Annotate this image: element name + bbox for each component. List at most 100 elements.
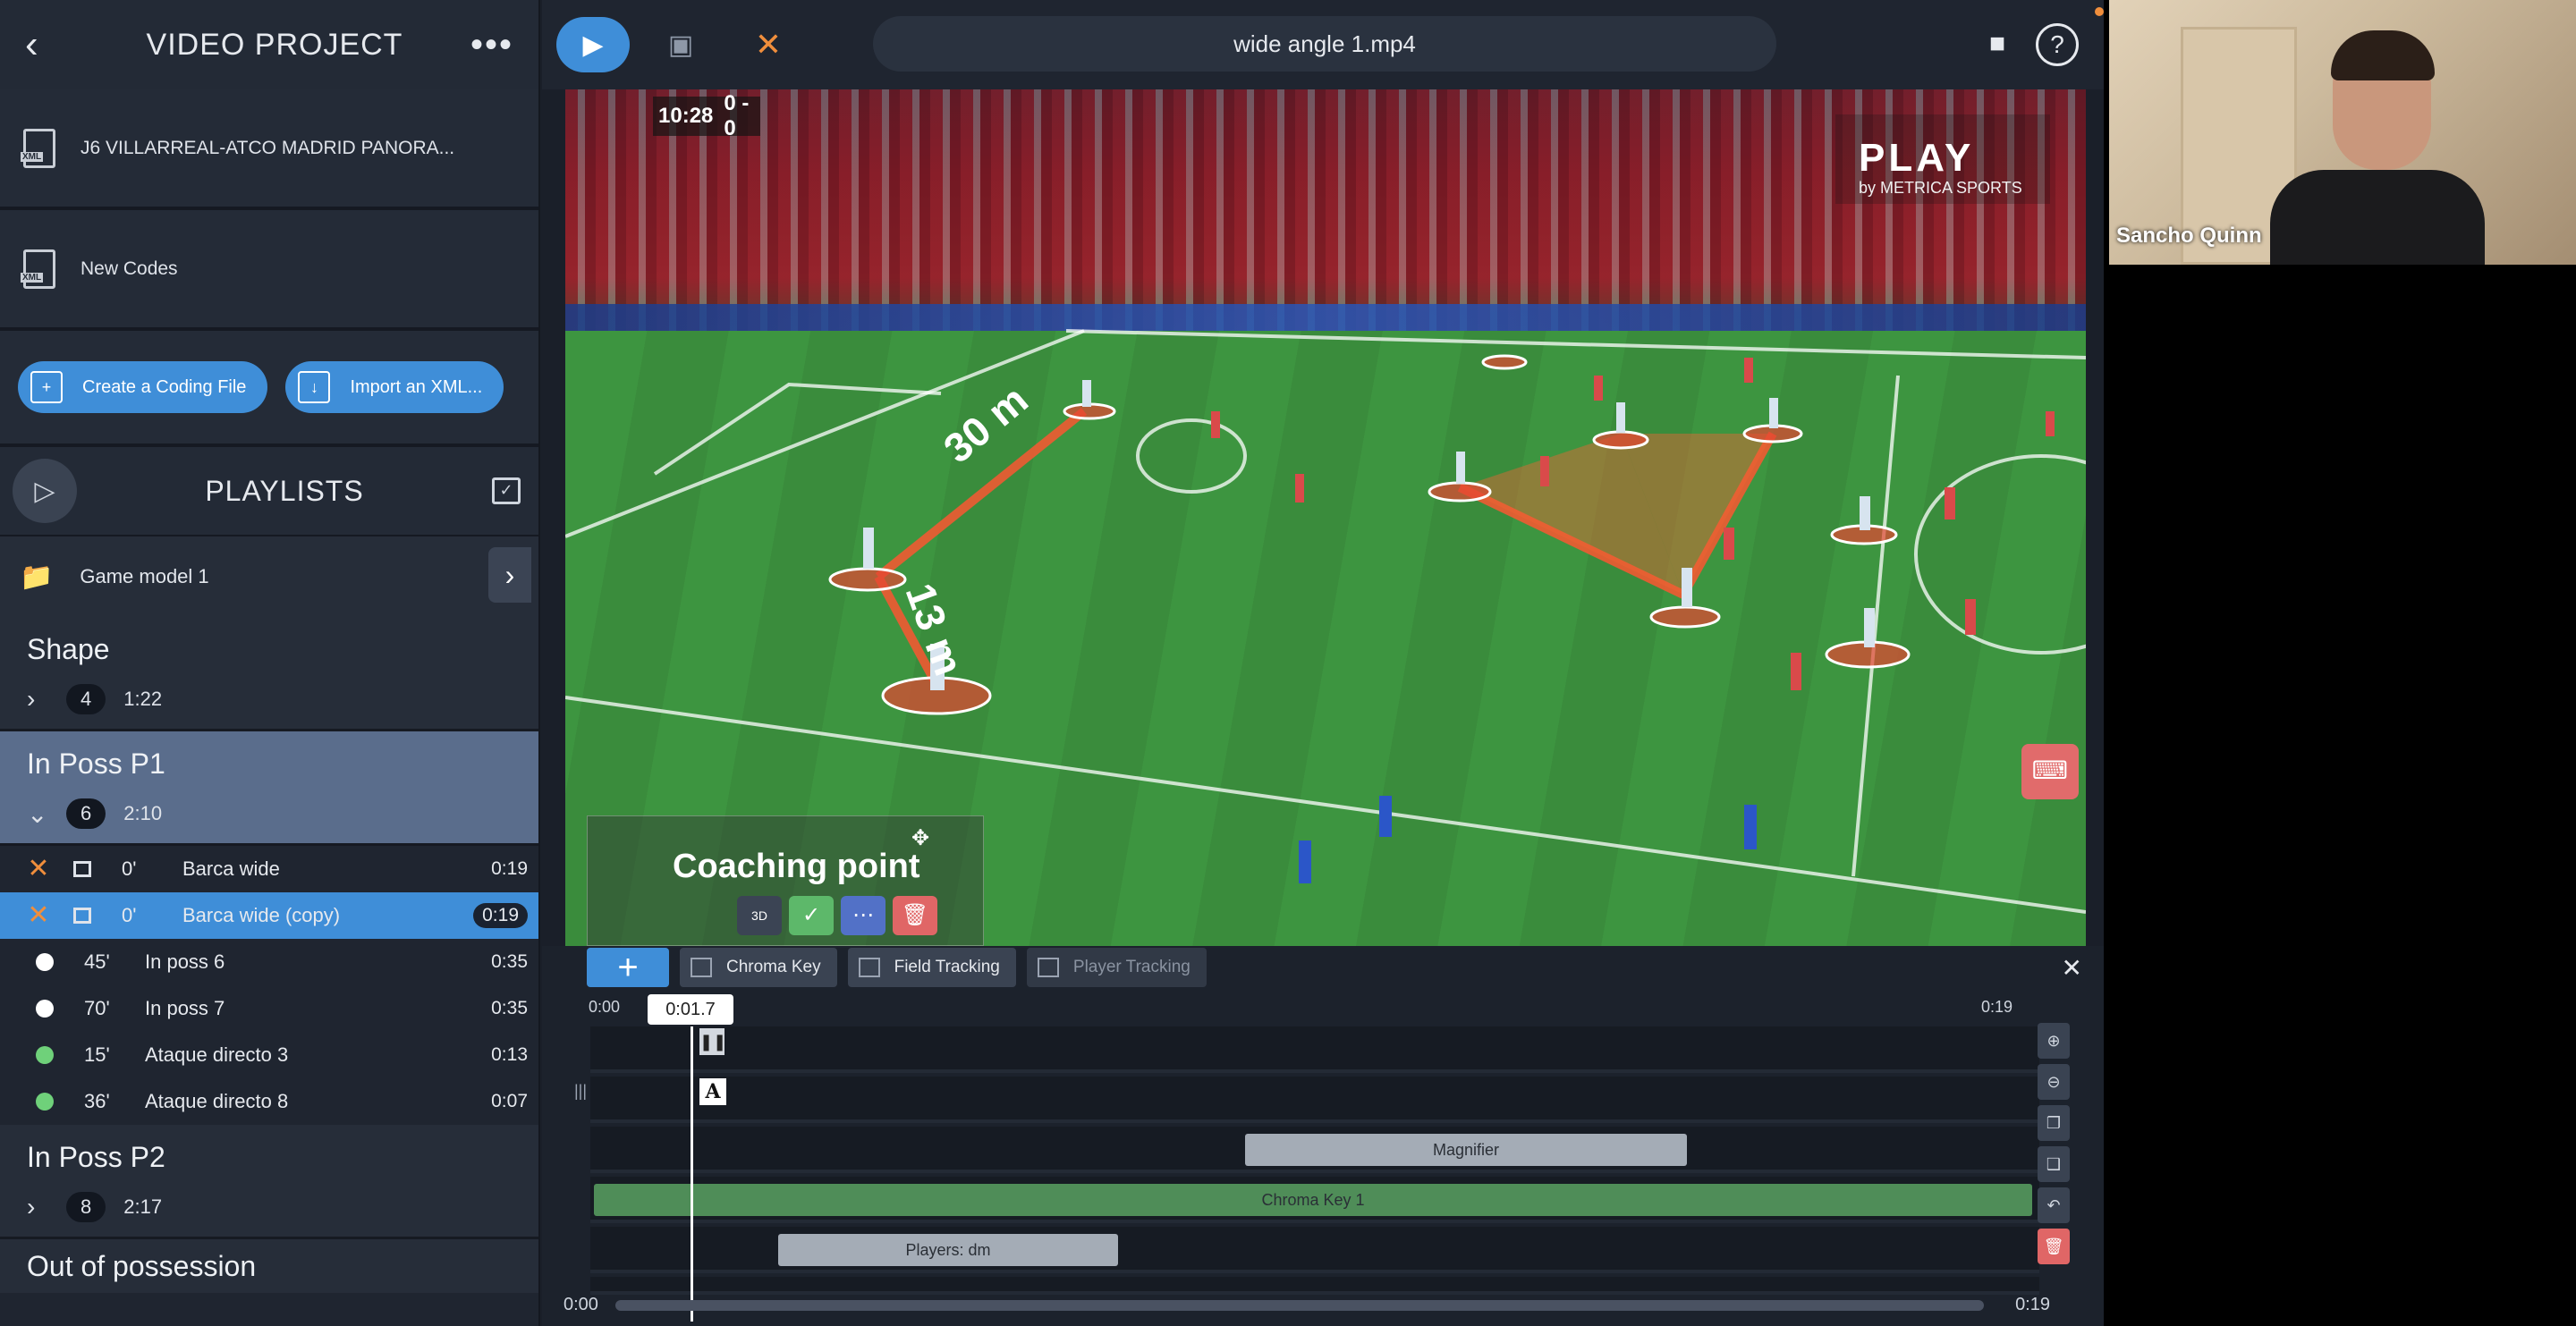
opponent-marker xyxy=(2046,411,2055,436)
clip-item[interactable]: 36' Ataque directo 8 0:07 xyxy=(0,1078,538,1125)
players-clip[interactable]: Players: dm xyxy=(778,1234,1118,1266)
track-row[interactable] xyxy=(590,1077,2039,1123)
presenter xyxy=(2270,30,2485,265)
player-tracking-button[interactable]: Player Tracking xyxy=(1026,948,1207,987)
trash-icon: 🗑 xyxy=(901,903,929,927)
timeline-side-tools: ⊕ ⊖ ❐ ❑ ↶ 🗑 xyxy=(2038,1023,2077,1264)
player-tracking-icon xyxy=(1037,958,1059,977)
zoom-out-icon[interactable]: ⊖ xyxy=(2038,1064,2070,1100)
clip-item-selected[interactable]: ✕ 0' Barca wide (copy) 0:19 xyxy=(0,892,538,939)
playlist-group-in-poss-p2[interactable]: In Poss P2 › 8 2:17 xyxy=(0,1125,538,1239)
clip-name: In poss 6 xyxy=(145,950,225,973)
magnifier-clip[interactable]: Magnifier xyxy=(1245,1134,1687,1166)
timeline-panel: ✕ + Chroma Key Field Tracking Player Tra… xyxy=(542,946,2104,1326)
file-item-new-codes[interactable]: New Codes xyxy=(0,210,538,331)
brand-name: PLAY xyxy=(1859,136,1975,180)
paste-icon[interactable]: ❑ xyxy=(2038,1146,2070,1182)
project-title: VIDEO PROJECT xyxy=(146,27,403,62)
scrubber-bar[interactable] xyxy=(615,1300,1984,1311)
close-icon[interactable]: ✕ xyxy=(2062,953,2082,983)
opponent-marker xyxy=(1594,376,1603,401)
more-options-button[interactable]: ⋯ xyxy=(841,896,886,935)
copy-icon[interactable]: ❐ xyxy=(2038,1105,2070,1141)
player-marker xyxy=(1769,398,1778,428)
player-marker xyxy=(863,528,874,569)
video-call-pane: Sancho Quinn xyxy=(2104,0,2576,1326)
chat-icon[interactable]: ■ xyxy=(1989,29,2005,59)
clip-time: 0' xyxy=(122,904,137,926)
chevron-right-icon[interactable]: › xyxy=(27,1193,54,1221)
track-grip-icon[interactable]: ||| xyxy=(574,1082,587,1101)
keyboard-shortcut-button[interactable]: ⌨ xyxy=(2021,744,2079,799)
coaching-point-text[interactable]: Coaching point xyxy=(673,848,920,886)
clip-duration: 0:35 xyxy=(491,998,528,1018)
chevron-down-icon[interactable]: ⌄ xyxy=(27,799,54,829)
clip-item[interactable]: ✕ 0' Barca wide 0:19 xyxy=(0,846,538,892)
sidebar: ‹ VIDEO PROJECT ••• J6 VILLARREAL-ATCO M… xyxy=(0,0,540,1326)
clip-name: Barca wide (copy) xyxy=(182,904,341,926)
field-mode-button[interactable]: ▣ xyxy=(644,17,717,72)
chevron-right-icon[interactable]: › xyxy=(27,685,54,714)
3d-toggle-button[interactable]: 3D xyxy=(737,896,782,935)
player-marker xyxy=(1456,452,1465,484)
chroma-key-clip[interactable]: Chroma Key 1 xyxy=(594,1184,2032,1216)
track-row[interactable]: Magnifier xyxy=(590,1127,2039,1173)
brand-sub: by METRICA SPORTS xyxy=(1859,179,2022,197)
center-arc-left xyxy=(1136,418,1247,494)
playlist-folder[interactable]: 📁 Game model 1 › xyxy=(0,536,538,617)
back-icon[interactable]: ‹ xyxy=(25,22,79,67)
ellipsis-icon: ⋯ xyxy=(852,903,874,927)
create-coding-file-button[interactable]: + Create a Coding File xyxy=(18,361,268,413)
clip-frame-icon xyxy=(73,861,91,877)
pause-icon[interactable]: ❚❚ xyxy=(699,1028,726,1055)
video-filename[interactable]: wide angle 1.mp4 xyxy=(873,16,1776,72)
clip-item[interactable]: 15' Ataque directo 3 0:13 xyxy=(0,1032,538,1078)
playlist-group-in-poss-p1[interactable]: In Poss P1 ⌄ 6 2:10 xyxy=(0,731,538,846)
field-tracking-button[interactable]: Field Tracking xyxy=(847,948,1016,987)
clip-duration: 0:19 xyxy=(473,903,528,928)
move-icon[interactable]: ✥ xyxy=(911,825,929,851)
more-options-icon[interactable]: ••• xyxy=(470,25,513,65)
person-marker xyxy=(1299,840,1311,883)
playlist-group-out-of-possession[interactable]: Out of possession xyxy=(0,1239,538,1293)
delete-icon[interactable]: 🗑 xyxy=(2038,1229,2070,1264)
video-mode-button[interactable]: ▶ xyxy=(556,17,630,72)
chroma-key-button[interactable]: Chroma Key xyxy=(680,948,837,987)
text-annotation-icon[interactable]: A xyxy=(699,1078,726,1105)
clip-time: 15' xyxy=(84,1043,110,1066)
halfway-line xyxy=(1852,375,1900,877)
track-row[interactable]: Players: dm xyxy=(590,1227,2039,1273)
clip-item[interactable]: 45' In poss 6 0:35 xyxy=(0,939,538,985)
track-row[interactable] xyxy=(590,1277,2039,1295)
clip-item[interactable]: 70' In poss 7 0:35 xyxy=(0,985,538,1032)
player-ring xyxy=(1481,354,1528,370)
track-row[interactable] xyxy=(590,1026,2039,1073)
player-ring xyxy=(828,567,907,592)
chevron-right-icon[interactable]: › xyxy=(488,547,531,603)
video-player[interactable]: 13 m 30 m 10:28 0 - 0 PLAY by METRICA SP… xyxy=(565,89,2086,946)
folder-icon: 📁 xyxy=(20,562,54,592)
import-xml-button[interactable]: ↓ Import an XML... xyxy=(285,361,504,413)
track-row[interactable]: Chroma Key 1 xyxy=(590,1177,2039,1223)
clip-name: Ataque directo 8 xyxy=(145,1090,289,1112)
file-item-panorama[interactable]: J6 VILLARREAL-ATCO MADRID PANORA... xyxy=(0,89,538,210)
help-icon[interactable]: ? xyxy=(2036,23,2079,66)
undo-icon[interactable]: ↶ xyxy=(2038,1187,2070,1223)
telestration-mode-button[interactable]: ✕ xyxy=(732,17,805,72)
presentation-icon[interactable]: ▷ xyxy=(13,459,77,523)
select-all-checkbox-icon[interactable]: ✓ xyxy=(492,477,521,504)
metrica-tool-icon: ✕ xyxy=(27,900,50,930)
opponent-marker xyxy=(1724,528,1734,560)
delete-button[interactable]: 🗑 xyxy=(893,896,937,935)
zoom-in-icon[interactable]: ⊕ xyxy=(2038,1023,2070,1059)
add-effect-button[interactable]: + xyxy=(587,948,669,987)
clip-time: 36' xyxy=(84,1090,110,1112)
group-meta: › 4 1:22 xyxy=(27,672,538,726)
playlist-group-shape[interactable]: Shape › 4 1:22 xyxy=(0,617,538,731)
playhead[interactable] xyxy=(691,1026,693,1322)
scrub-end: 0:19 xyxy=(2015,1295,2050,1314)
clip-count-badge: 8 xyxy=(66,1192,106,1222)
clip-duration: 0:19 xyxy=(491,858,528,879)
confirm-button[interactable]: ✓ xyxy=(789,896,834,935)
opponent-marker xyxy=(1965,599,1976,635)
